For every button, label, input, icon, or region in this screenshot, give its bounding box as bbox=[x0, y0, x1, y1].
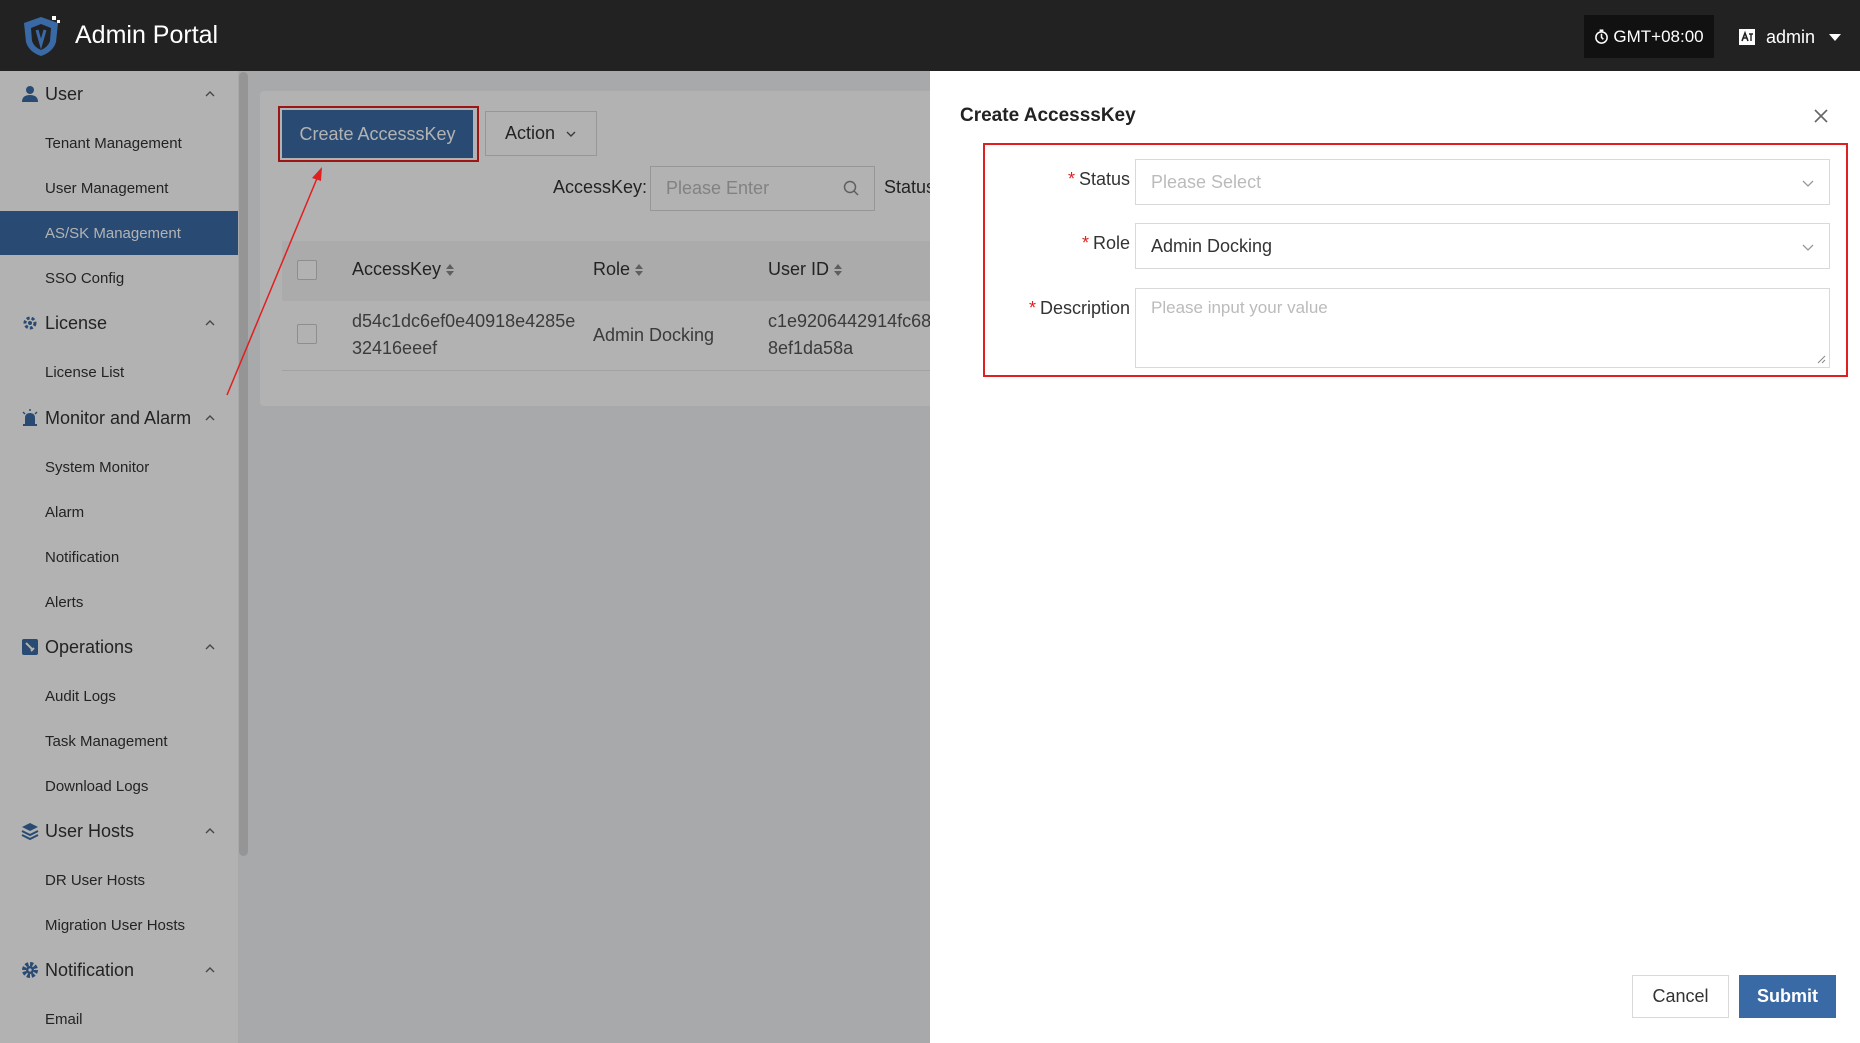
role-field-label: * Role bbox=[930, 233, 1130, 254]
timezone-label: GMT+08:00 bbox=[1613, 26, 1704, 46]
modal-mask[interactable] bbox=[0, 71, 930, 1043]
status-label-text: Status bbox=[1078, 169, 1130, 189]
description-placeholder: Please input your value bbox=[1151, 298, 1328, 317]
status-select[interactable]: Please Select bbox=[1135, 159, 1830, 205]
description-textarea[interactable]: Please input your value bbox=[1135, 288, 1830, 368]
resize-handle-icon[interactable] bbox=[1816, 354, 1826, 364]
required-mark: * bbox=[1081, 233, 1089, 253]
role-label-text: Role bbox=[1092, 233, 1130, 253]
close-icon[interactable] bbox=[1812, 107, 1830, 125]
create-accesskey-drawer: Create AccesssKey * Status Please Select … bbox=[930, 71, 1860, 1043]
caret-down-icon bbox=[1829, 33, 1842, 41]
role-select[interactable]: Admin Docking bbox=[1135, 223, 1830, 269]
app-title: Admin Portal bbox=[75, 21, 219, 49]
timezone-button[interactable]: GMT+08:00 bbox=[1584, 15, 1714, 58]
role-value: Admin Docking bbox=[1151, 235, 1273, 256]
chevron-down-icon bbox=[1802, 244, 1814, 251]
username-label: admin bbox=[1766, 26, 1816, 47]
user-menu[interactable]: admin bbox=[1738, 20, 1842, 54]
chevron-down-icon bbox=[1802, 180, 1814, 187]
top-bar: Admin Portal GMT+08:00 admin bbox=[0, 0, 1860, 71]
description-label-text: Description bbox=[1039, 298, 1130, 318]
clock-icon bbox=[1595, 29, 1609, 44]
required-mark: * bbox=[1028, 298, 1036, 318]
cancel-button[interactable]: Cancel bbox=[1632, 975, 1729, 1018]
submit-button[interactable]: Submit bbox=[1739, 975, 1836, 1018]
status-placeholder: Please Select bbox=[1151, 171, 1262, 192]
language-icon bbox=[1739, 29, 1755, 45]
status-field-label: * Status bbox=[930, 169, 1130, 190]
description-field-label: * Description bbox=[930, 298, 1130, 319]
required-mark: * bbox=[1067, 169, 1075, 189]
drawer-title: Create AccesssKey bbox=[960, 105, 1136, 126]
shield-logo-icon bbox=[24, 16, 60, 56]
